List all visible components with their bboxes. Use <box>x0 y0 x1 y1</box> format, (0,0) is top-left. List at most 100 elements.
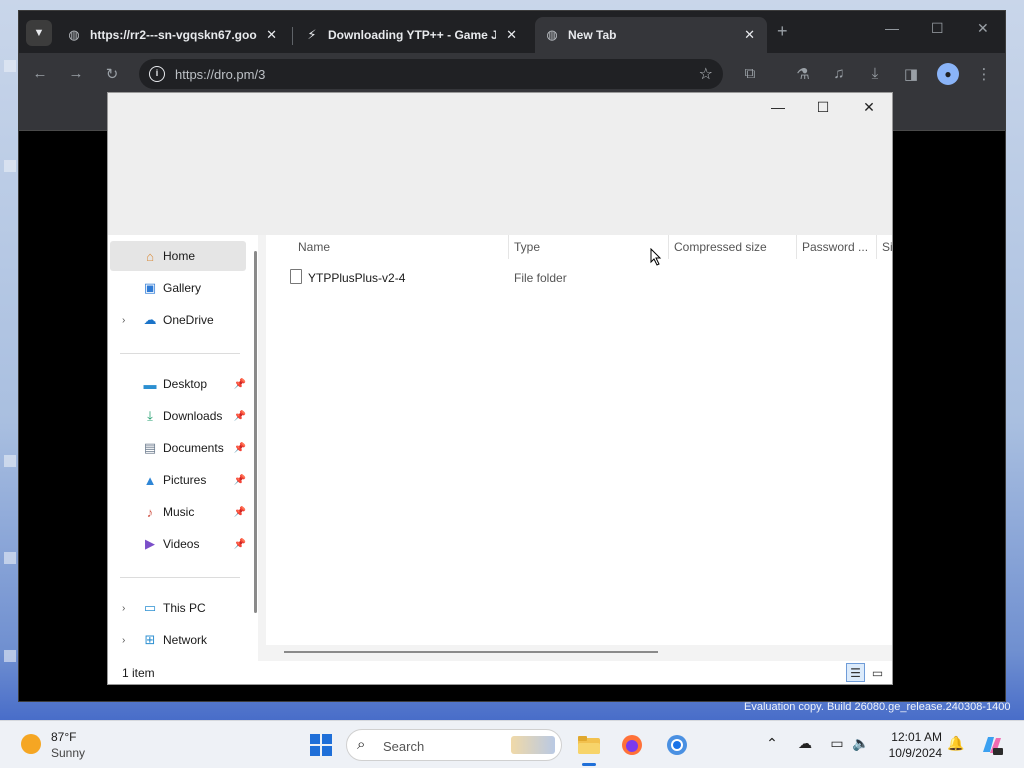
nav-item-pictures[interactable]: ▲ Pictures 📌 <box>110 465 246 495</box>
tab-rr2[interactable]: ◍ https://rr2---sn-vgqskn67.goo ✕ <box>57 17 289 53</box>
extensions-icon[interactable]: ⧉ <box>741 65 759 82</box>
side-panel-icon[interactable]: ◨ <box>902 65 920 83</box>
document-icon: ▤ <box>143 440 157 455</box>
pin-icon[interactable]: 📌 <box>234 379 246 390</box>
scrollbar-thumb[interactable] <box>284 651 658 653</box>
site-info-icon[interactable]: i <box>149 66 165 82</box>
labs-flask-icon[interactable]: ⚗ <box>794 65 812 83</box>
nav-item-label: Downloads <box>163 409 223 423</box>
pin-icon[interactable]: 📌 <box>234 411 246 422</box>
column-header-name[interactable]: Name <box>298 240 330 254</box>
nav-item-this-pc[interactable]: › ▭ This PC <box>110 593 246 623</box>
nav-item-desktop[interactable]: ▬ Desktop 📌 <box>110 369 247 399</box>
tab-title: New Tab <box>568 28 617 42</box>
globe-icon: ◍ <box>68 27 80 42</box>
new-tab-button[interactable]: + <box>777 21 788 42</box>
speaker-icon[interactable]: 🔈 <box>851 735 871 752</box>
nav-scrollbar[interactable] <box>254 251 257 613</box>
nav-item-music[interactable]: ♪ Music 📌 <box>110 497 246 527</box>
start-button[interactable] <box>307 731 335 759</box>
file-explorer-taskbar-icon[interactable] <box>575 731 603 759</box>
column-divider[interactable] <box>508 235 509 259</box>
display-icon[interactable]: ▭ <box>827 735 847 752</box>
details-view-icon[interactable]: ☰ <box>846 663 865 682</box>
cloud-off-icon[interactable]: ☁ <box>795 735 815 752</box>
column-divider[interactable] <box>668 235 669 259</box>
column-divider[interactable] <box>796 235 797 259</box>
maximize-button[interactable]: ☐ <box>813 99 833 116</box>
chevron-up-icon[interactable]: ⌃ <box>762 735 782 752</box>
nav-item-home[interactable]: ⌂ Home <box>110 241 246 271</box>
desktop-icon-fragment <box>4 552 16 564</box>
sun-icon[interactable] <box>21 734 41 754</box>
nav-item-downloads[interactable]: ⤓ Downloads 📌 <box>110 401 246 431</box>
pin-icon[interactable]: 📌 <box>234 475 246 486</box>
pin-icon[interactable]: 📌 <box>234 443 246 454</box>
profile-avatar-icon[interactable]: ● <box>937 63 959 85</box>
address-url[interactable]: https://dro.pm/3 <box>175 67 265 82</box>
cloud-icon: ☁ <box>143 312 157 327</box>
reload-icon[interactable]: ↻ <box>103 65 121 83</box>
nav-divider <box>120 577 240 578</box>
nav-item-label: Documents <box>163 441 224 455</box>
taskbar-search[interactable]: ⌕ Search <box>346 729 562 761</box>
chrome-taskbar-icon[interactable] <box>663 731 691 759</box>
tab-strip: ▼ ◍ https://rr2---sn-vgqskn67.goo ✕ ⚡ Do… <box>19 11 1005 53</box>
clock-time: 12:01 AM <box>891 730 942 744</box>
windows-logo-icon <box>310 734 332 756</box>
bookmark-star-icon[interactable]: ☆ <box>699 64 713 84</box>
weather-temperature[interactable]: 87°F <box>51 730 76 744</box>
column-header-type[interactable]: Type <box>514 240 540 254</box>
back-arrow-icon[interactable]: ← <box>31 65 49 82</box>
system-clock[interactable]: 12:01 AM 10/9/2024 <box>882 729 942 761</box>
pin-icon[interactable]: 📌 <box>234 539 246 550</box>
chevron-right-icon[interactable]: › <box>122 603 125 614</box>
copilot-logo-icon <box>983 737 1003 755</box>
firefox-taskbar-icon[interactable] <box>618 731 646 759</box>
navigation-pane: ⌂ Home ▣ Gallery › ☁ OneDrive ▬ Desktop … <box>108 235 258 661</box>
nav-item-label: Home <box>163 249 196 263</box>
close-icon[interactable]: ✕ <box>506 27 517 43</box>
search-highlight-icon <box>511 736 555 754</box>
pin-icon[interactable]: 📌 <box>234 507 246 518</box>
bell-icon[interactable]: 🔔 <box>946 735 966 752</box>
nav-item-label: Gallery <box>163 281 202 295</box>
nav-item-documents[interactable]: ▤ Documents 📌 <box>110 433 246 463</box>
column-header-compressed-size[interactable]: Compressed size <box>674 240 767 254</box>
minimize-button[interactable]: — <box>768 99 788 115</box>
column-divider[interactable] <box>876 235 877 259</box>
horizontal-scrollbar[interactable] <box>266 645 892 661</box>
close-icon[interactable]: ✕ <box>266 27 277 43</box>
weather-condition[interactable]: Sunny <box>51 746 85 760</box>
tab-new-tab[interactable]: ◍ New Tab ✕ <box>535 17 767 53</box>
copilot-icon[interactable] <box>978 731 1006 759</box>
tab-search-button[interactable]: ▼ <box>26 20 52 46</box>
folder-icon <box>578 736 600 754</box>
nav-item-network[interactable]: › ⊞ Network <box>110 625 246 655</box>
address-bar[interactable]: i https://dro.pm/3 ☆ <box>139 59 723 89</box>
column-header-size[interactable]: Si <box>882 240 892 254</box>
tab-downloading-ytp[interactable]: ⚡ Downloading YTP++ - Game J ✕ <box>295 17 529 53</box>
download-icon[interactable]: ⤓ <box>866 65 884 82</box>
firefox-icon <box>622 735 642 755</box>
nav-item-label: This PC <box>163 601 206 615</box>
column-header-password[interactable]: Password ... <box>802 240 868 254</box>
desktop-icon-fragment <box>4 160 16 172</box>
chevron-right-icon[interactable]: › <box>122 635 125 646</box>
table-row[interactable]: YTPPlusPlus-v2-4 File folder <box>286 267 886 289</box>
sort-ascending-icon: ⌃ <box>396 235 405 242</box>
nav-item-gallery[interactable]: ▣ Gallery <box>110 273 246 303</box>
close-window-button[interactable]: ✕ <box>977 20 989 37</box>
maximize-button[interactable]: ☐ <box>931 20 944 37</box>
tab-title: https://rr2---sn-vgqskn67.goo <box>90 28 257 42</box>
chevron-right-icon[interactable]: › <box>122 315 125 326</box>
media-queue-icon[interactable]: ♫ <box>830 65 848 82</box>
nav-item-videos[interactable]: ▶ Videos 📌 <box>110 529 246 559</box>
menu-kebab-icon[interactable]: ⋮ <box>975 65 993 83</box>
forward-arrow-icon[interactable]: → <box>67 65 85 82</box>
minimize-button[interactable]: — <box>885 20 899 36</box>
nav-item-onedrive[interactable]: › ☁ OneDrive <box>110 305 246 335</box>
close-icon[interactable]: ✕ <box>744 27 755 43</box>
close-window-button[interactable]: ✕ <box>859 99 879 116</box>
tiles-view-icon[interactable]: ▭ <box>868 663 887 682</box>
